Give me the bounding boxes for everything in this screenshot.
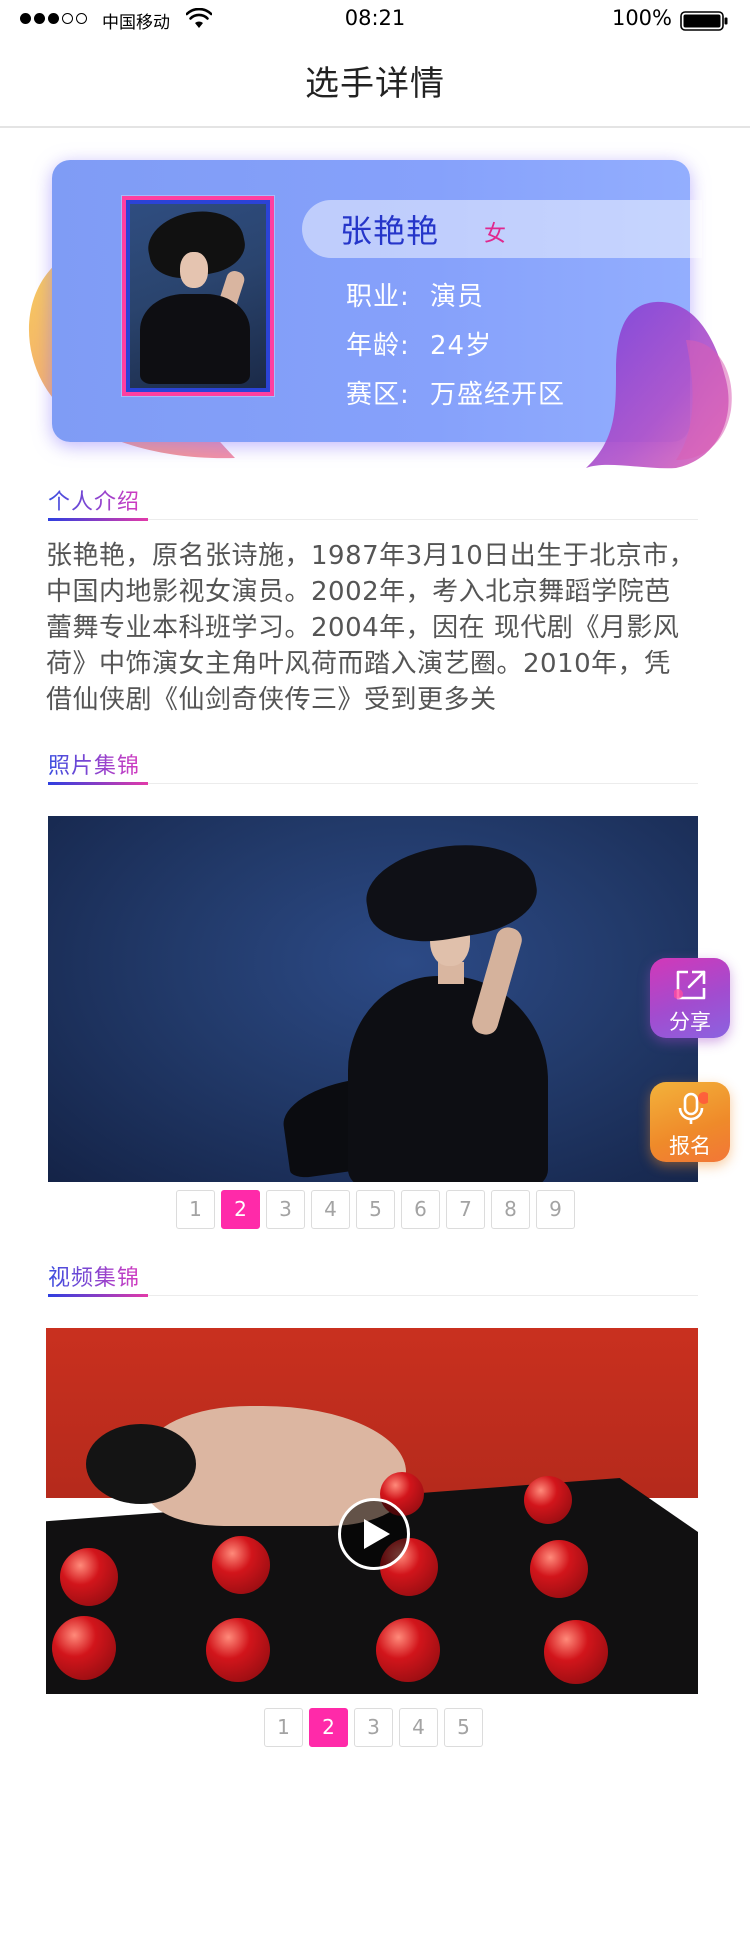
section-videos-header: 视频集锦 (48, 1260, 698, 1297)
photo-page-3[interactable]: 3 (266, 1190, 305, 1229)
share-icon (674, 970, 706, 1000)
section-intro-title: 个人介绍 (48, 484, 140, 516)
photo-page-6[interactable]: 6 (401, 1190, 440, 1229)
section-underline (48, 518, 148, 521)
video-page-5[interactable]: 5 (444, 1708, 483, 1747)
contestant-name: 张艳艳 (340, 212, 440, 250)
section-photos-header: 照片集锦 (48, 748, 698, 785)
district-label: 赛区: (346, 380, 410, 410)
share-button[interactable]: 分享 (650, 958, 730, 1038)
intro-text: 张艳艳，原名张诗施，1987年3月10日出生于北京市，中国内地影视女演员。200… (46, 541, 696, 715)
apple-decoration (530, 1540, 588, 1598)
info-occupation: 职业: 演员 (346, 276, 484, 313)
section-intro-header: 个人介绍 (48, 484, 698, 521)
video-page-1[interactable]: 1 (264, 1708, 303, 1747)
photo-page-2[interactable]: 2 (221, 1190, 260, 1229)
nav-bar: 选手详情 (0, 40, 750, 128)
avatar[interactable] (122, 196, 274, 396)
apple-decoration (544, 1620, 608, 1684)
photo-page-9[interactable]: 9 (536, 1190, 575, 1229)
apple-decoration (52, 1616, 116, 1680)
signup-label: 报名 (669, 1134, 711, 1158)
battery-percent: 100% (611, 6, 672, 30)
info-district: 赛区: 万盛经开区 (346, 374, 565, 411)
avatar-image (130, 204, 266, 388)
play-icon (364, 1519, 390, 1549)
video-pager: 1 2 3 4 5 (264, 1708, 483, 1747)
video-page-4[interactable]: 4 (399, 1708, 438, 1747)
info-age: 年龄: 24岁 (346, 325, 492, 362)
video-page-2[interactable]: 2 (309, 1708, 348, 1747)
signup-button[interactable]: 报名 (650, 1082, 730, 1162)
contestant-gender: 女 (484, 222, 507, 247)
section-underline (48, 782, 148, 785)
photo-gallery-image[interactable] (48, 816, 698, 1182)
section-videos-title: 视频集锦 (48, 1260, 140, 1292)
district-value: 万盛经开区 (430, 380, 566, 410)
occupation-value: 演员 (430, 282, 485, 312)
photo-page-7[interactable]: 7 (446, 1190, 485, 1229)
video-page-3[interactable]: 3 (354, 1708, 393, 1747)
page-title: 选手详情 (305, 64, 445, 104)
age-label: 年龄: (346, 331, 410, 361)
occupation-label: 职业: (346, 282, 410, 312)
page: 中国移动 08:21 100% 选手详情 张艳艳 女 职业: 演员 年龄: 24… (0, 0, 750, 1939)
apple-decoration (376, 1618, 440, 1682)
decorative-blob-right (586, 301, 732, 469)
video-player[interactable] (46, 1328, 698, 1694)
photo-page-8[interactable]: 8 (491, 1190, 530, 1229)
age-value: 24岁 (430, 331, 493, 361)
apple-decoration (60, 1548, 118, 1606)
microphone-icon (678, 1092, 708, 1124)
photo-pager: 1 2 3 4 5 6 7 8 9 (176, 1190, 575, 1229)
share-label: 分享 (669, 1010, 711, 1034)
section-underline (48, 1294, 148, 1297)
photo-page-4[interactable]: 4 (311, 1190, 350, 1229)
apple-decoration (212, 1536, 270, 1594)
photo-page-1[interactable]: 1 (176, 1190, 215, 1229)
status-bar: 中国移动 08:21 100% (0, 0, 750, 40)
photo-page-5[interactable]: 5 (356, 1190, 395, 1229)
section-photos-title: 照片集锦 (48, 748, 140, 780)
battery-icon (680, 11, 728, 31)
apple-decoration (206, 1618, 270, 1682)
play-button[interactable] (338, 1498, 410, 1570)
apple-decoration (524, 1476, 572, 1524)
